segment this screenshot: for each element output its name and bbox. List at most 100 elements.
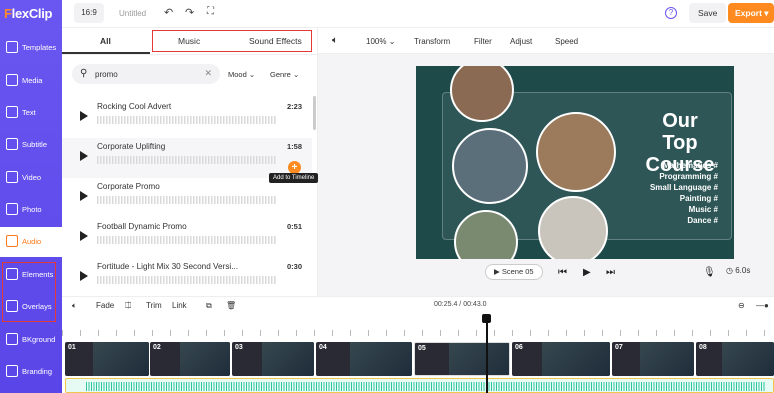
duplicate-icon[interactable]: ⧉ bbox=[206, 301, 212, 311]
sidebar-item-templates[interactable]: Templates bbox=[0, 33, 62, 63]
search-box: ⚲ ✕ bbox=[72, 64, 220, 84]
scene-selector[interactable]: ▶ Scene 05 bbox=[485, 264, 543, 280]
audio-waveform bbox=[86, 382, 766, 391]
track-name: Corporate Uplifting bbox=[97, 142, 166, 151]
sidebar-item-photo[interactable]: Photo bbox=[0, 195, 62, 225]
media-icon bbox=[6, 74, 18, 86]
play-icon[interactable] bbox=[80, 151, 88, 161]
list-item[interactable]: Rocking Cool Advert 2:23 bbox=[62, 98, 312, 138]
mood-filter[interactable]: Mood ⌄ bbox=[228, 70, 255, 79]
sidebar-item-audio[interactable]: Audio bbox=[0, 227, 62, 257]
fullscreen-icon[interactable]: ⛶ bbox=[207, 6, 214, 17]
volume-icon[interactable]: 🔈︎ bbox=[72, 301, 77, 311]
list-item[interactable]: Corporate Promo bbox=[62, 178, 312, 218]
microphone-icon[interactable]: 🎙︎ bbox=[703, 267, 716, 278]
playhead[interactable] bbox=[486, 316, 488, 393]
timeline-clip[interactable]: 04 bbox=[316, 342, 412, 376]
help-icon[interactable]: ? bbox=[665, 7, 677, 19]
play-icon[interactable] bbox=[80, 111, 88, 121]
trim-button[interactable]: Trim bbox=[146, 301, 162, 310]
sidebar-item-label: BKground bbox=[22, 335, 56, 344]
timeline-toolbar: 🔈︎ Fade ⎅ Trim Link ⧉ 🗑︎ 00:25.4 / 00:43… bbox=[62, 296, 774, 314]
sidebar-item-media[interactable]: Media bbox=[0, 66, 62, 96]
zoom-out-icon[interactable]: ⊖ bbox=[738, 301, 745, 310]
save-button[interactable]: Save bbox=[689, 3, 727, 23]
project-title[interactable]: Untitled bbox=[119, 9, 146, 18]
adjust-button[interactable]: Adjust bbox=[510, 37, 532, 46]
clip-number: 05 bbox=[418, 345, 426, 352]
subject-item: Painting # bbox=[679, 194, 718, 203]
sidebar-item-label: Text bbox=[22, 108, 36, 117]
timeline-clip[interactable]: 02 bbox=[150, 342, 230, 376]
waveform bbox=[97, 156, 277, 164]
zoom-select[interactable]: 100% ⌄ bbox=[366, 37, 395, 46]
sidebar: FlexClip Templates Media Text Subtitle V… bbox=[0, 0, 62, 393]
tab-all[interactable]: All bbox=[100, 36, 111, 46]
sidebar-item-branding[interactable]: Branding bbox=[0, 357, 62, 387]
export-button[interactable]: Export ▾ bbox=[728, 3, 774, 23]
genre-filter[interactable]: Genre ⌄ bbox=[270, 70, 299, 79]
sidebar-item-video[interactable]: Video bbox=[0, 163, 62, 193]
timeline-clip[interactable]: 05 bbox=[414, 342, 510, 376]
filter-button[interactable]: Filter bbox=[474, 37, 492, 46]
next-scene-icon[interactable]: ⏭ bbox=[606, 267, 615, 278]
fade-button[interactable]: Fade bbox=[96, 301, 114, 310]
timeline-clip[interactable]: 08 bbox=[696, 342, 774, 376]
play-icon[interactable]: ▶ bbox=[583, 267, 591, 278]
chevron-down-icon: ⌄ bbox=[292, 70, 300, 79]
timeline-clip[interactable]: 01 bbox=[65, 342, 149, 376]
track-duration: 0:30 bbox=[287, 262, 303, 271]
audio-track[interactable] bbox=[65, 378, 774, 393]
list-item[interactable]: Corporate Uplifting 1:58 + bbox=[62, 138, 312, 178]
flexclip-logo[interactable]: FlexClip bbox=[4, 6, 52, 21]
clip-thumbnail bbox=[722, 342, 774, 376]
timeline-clip[interactable]: 03 bbox=[232, 342, 314, 376]
redo-icon[interactable]: ↷ bbox=[185, 6, 194, 19]
scene-number: 05 bbox=[525, 267, 534, 276]
track-name: Fortitude - Light Mix 30 Second Versi... bbox=[97, 262, 239, 271]
sidebar-item-background[interactable]: BKground bbox=[0, 325, 62, 355]
play-icon[interactable] bbox=[80, 191, 88, 201]
link-button[interactable]: Link bbox=[172, 301, 187, 310]
photo-icon bbox=[6, 203, 18, 215]
video-icon bbox=[6, 171, 18, 183]
play-icon[interactable] bbox=[80, 231, 88, 241]
speed-button[interactable]: Speed bbox=[555, 37, 578, 46]
split-icon[interactable]: ⎅ bbox=[125, 301, 131, 311]
previous-scene-icon[interactable]: ⏮ bbox=[558, 267, 567, 278]
clip-number: 08 bbox=[699, 344, 707, 351]
timeline-clip[interactable]: 07 bbox=[612, 342, 694, 376]
sidebar-item-subtitle[interactable]: Subtitle bbox=[0, 130, 62, 160]
clip-thumbnail bbox=[449, 343, 509, 375]
clip-thumbnail bbox=[640, 342, 694, 376]
highlight-box-elements-overlays bbox=[2, 262, 56, 322]
aspect-ratio-button[interactable]: 16:9 bbox=[74, 3, 104, 23]
search-input[interactable] bbox=[95, 67, 195, 81]
play-icon: ▶ bbox=[494, 267, 500, 276]
track-duration: 0:51 bbox=[287, 222, 303, 231]
sidebar-item-text[interactable]: Text bbox=[0, 98, 62, 128]
video-preview[interactable]: Our Top Course Mathematics # Programming… bbox=[416, 66, 734, 259]
track-duration: 1:58 bbox=[287, 142, 303, 151]
templates-icon bbox=[6, 41, 18, 53]
clip-thumbnail bbox=[262, 342, 314, 376]
timeline-clip[interactable]: 06 bbox=[512, 342, 610, 376]
clip-number: 04 bbox=[319, 344, 327, 351]
undo-icon[interactable]: ↶ bbox=[164, 6, 173, 19]
chevron-down-icon: ▾ bbox=[764, 8, 769, 18]
zoom-slider[interactable]: —● bbox=[756, 301, 769, 310]
sidebar-item-label: Branding bbox=[22, 367, 53, 376]
transform-button[interactable]: Transform bbox=[414, 37, 450, 46]
delete-icon[interactable]: 🗑︎ bbox=[226, 301, 236, 310]
list-item[interactable]: Football Dynamic Promo 0:51 bbox=[62, 218, 312, 258]
timeline-ruler bbox=[62, 314, 774, 338]
clip-number: 02 bbox=[153, 344, 161, 351]
clip-number: 06 bbox=[515, 344, 523, 351]
scrollbar[interactable] bbox=[313, 96, 316, 130]
volume-icon[interactable]: 🔈︎ bbox=[332, 35, 338, 46]
clear-icon[interactable]: ✕ bbox=[204, 68, 212, 79]
scene-duration[interactable]: ◷ 6.0s bbox=[726, 266, 750, 275]
play-icon[interactable] bbox=[80, 271, 88, 281]
sidebar-item-label: Subtitle bbox=[22, 140, 48, 149]
list-item[interactable]: Fortitude - Light Mix 30 Second Versi...… bbox=[62, 258, 312, 298]
